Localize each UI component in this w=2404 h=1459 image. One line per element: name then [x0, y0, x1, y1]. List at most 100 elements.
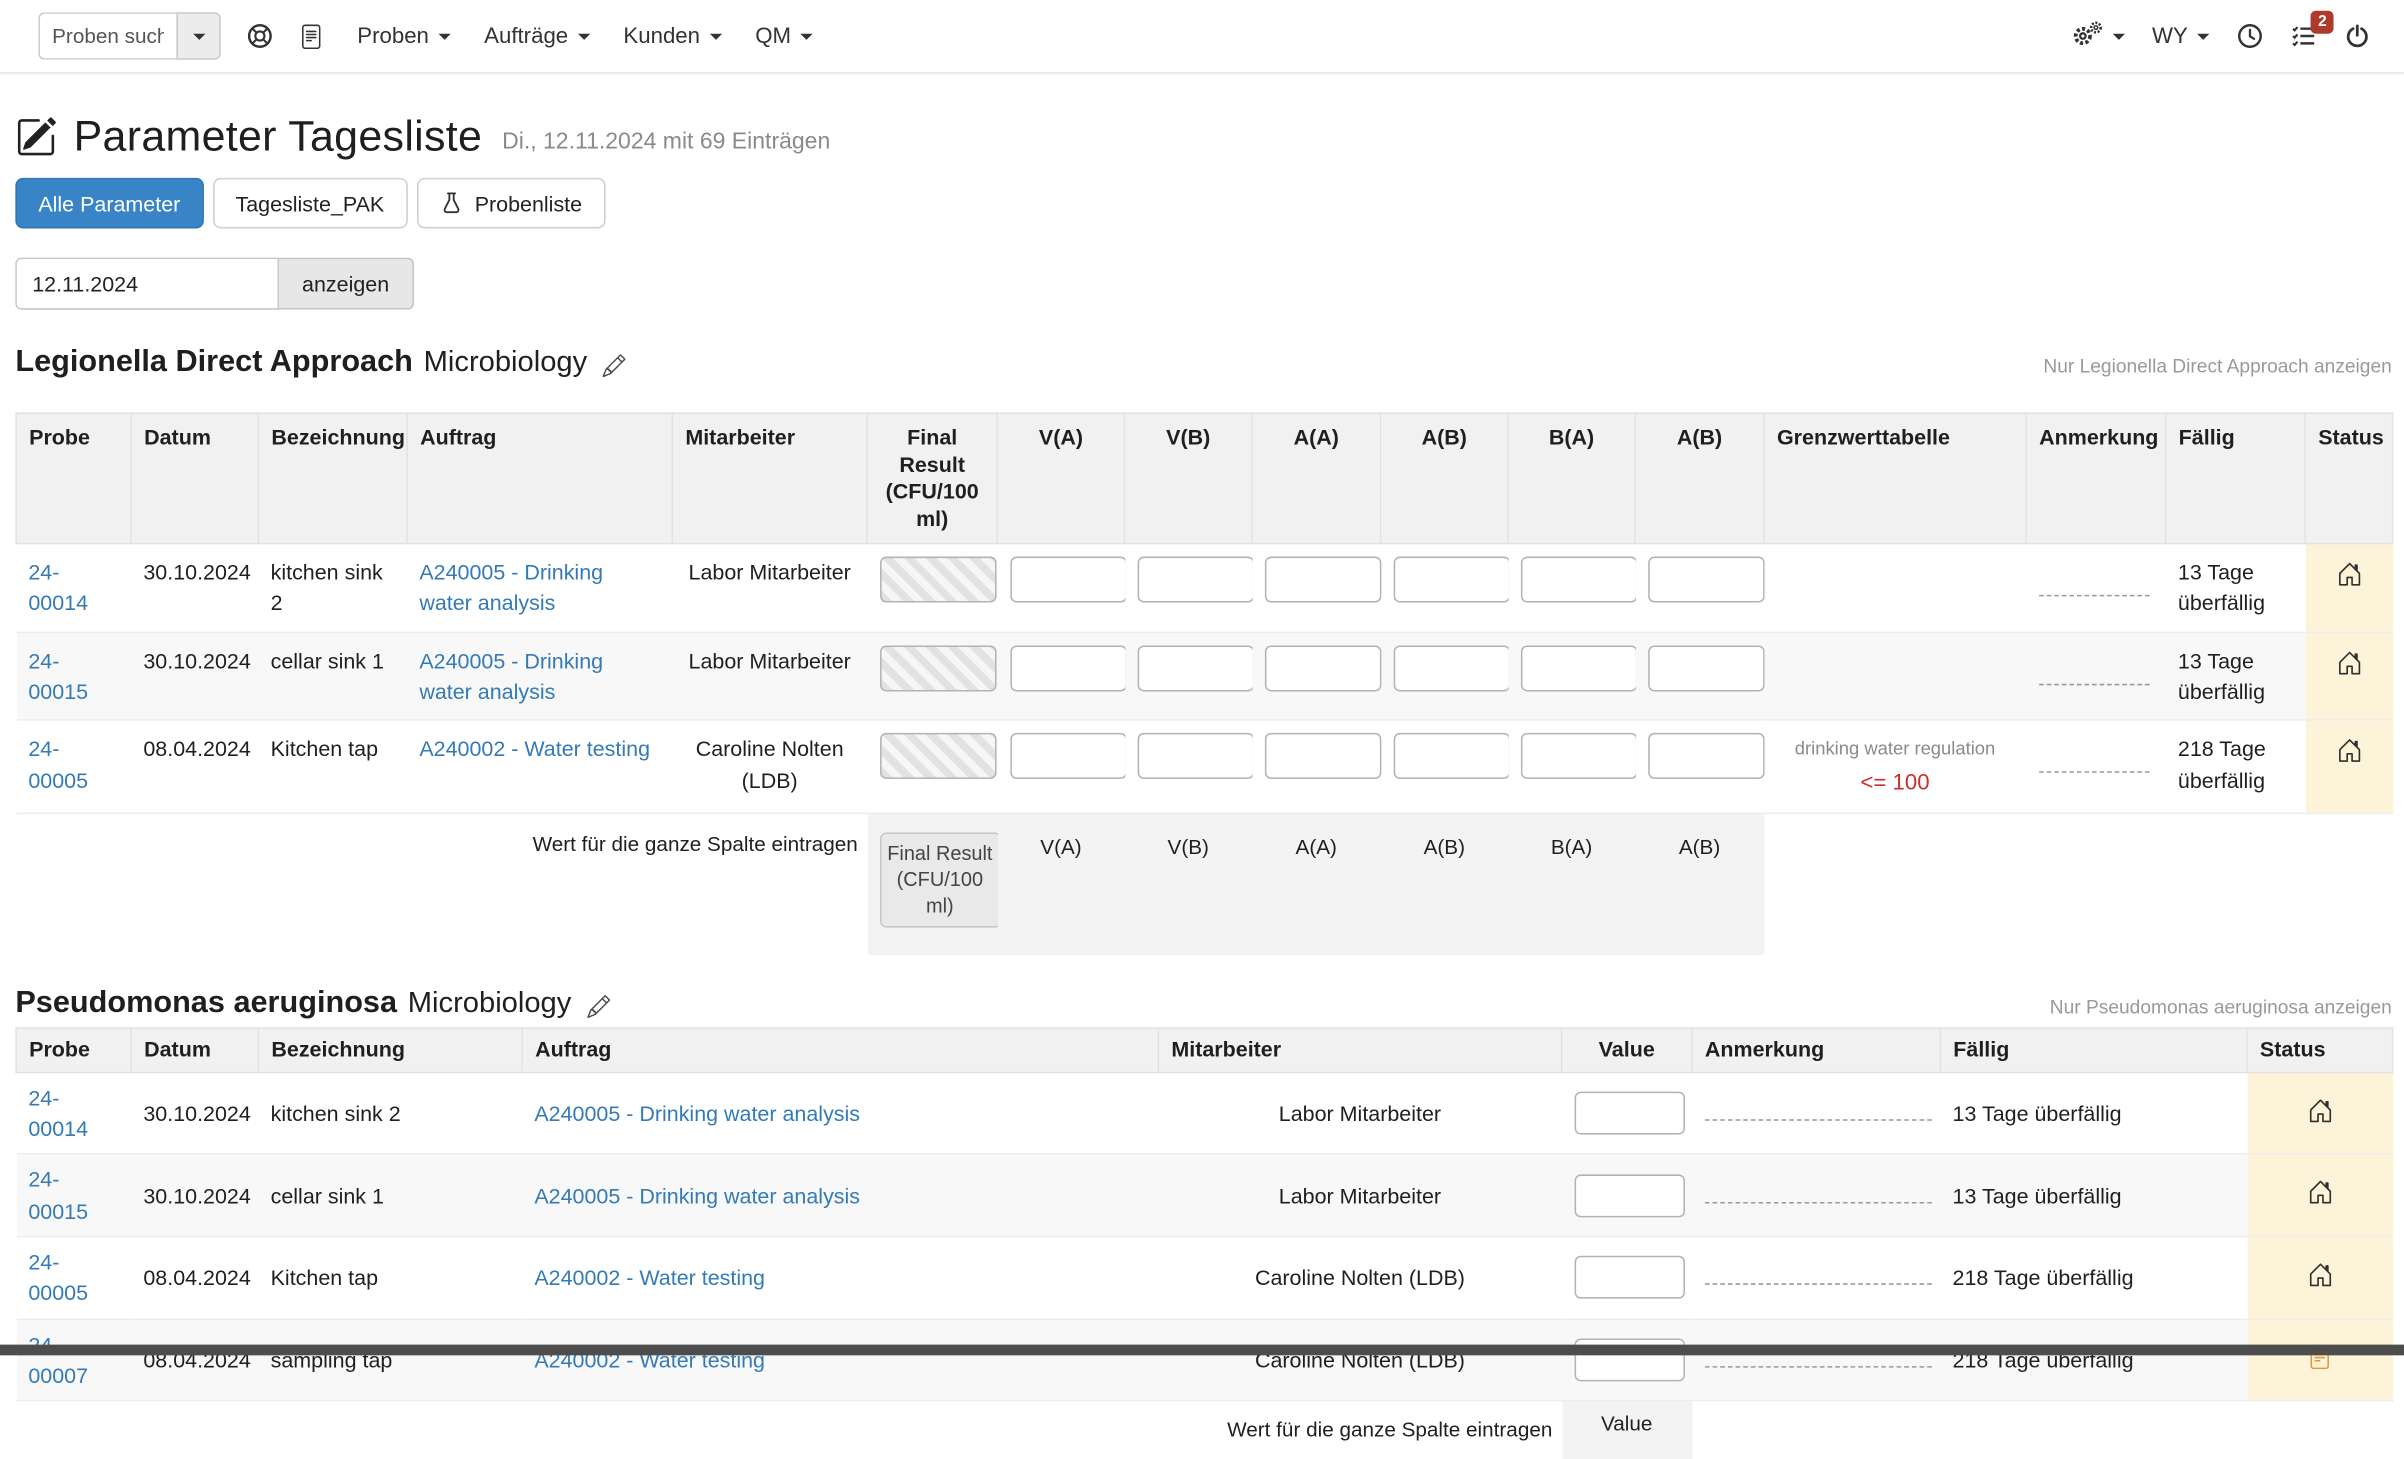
ab2-input[interactable]	[1647, 557, 1764, 603]
status-cell[interactable]	[2305, 632, 2392, 720]
settings-menu[interactable]	[2071, 25, 2125, 48]
ba-input[interactable]	[1520, 733, 1635, 779]
auftrag-link[interactable]: A240005 - Drinking water analysis	[419, 560, 603, 616]
auftrag-link[interactable]: A240005 - Drinking water analysis	[534, 1101, 860, 1126]
power-icon[interactable]	[2344, 23, 2370, 49]
user-menu[interactable]: WY	[2152, 24, 2209, 49]
tab-alle-parameter[interactable]: Alle Parameter	[15, 178, 203, 229]
date-input[interactable]	[15, 258, 279, 310]
pencil-icon[interactable]	[602, 354, 625, 382]
tab-tagesliste-pak[interactable]: Tagesliste_PAK	[212, 178, 407, 229]
tab-probenliste[interactable]: Probenliste	[416, 178, 605, 229]
probe-link[interactable]: 24-00014	[28, 1085, 88, 1141]
pencil-icon[interactable]	[587, 995, 610, 1023]
column-fill-label: Wert für die ganze Spalte eintragen	[16, 1401, 1561, 1459]
aa-input[interactable]	[1264, 645, 1381, 691]
vb-input[interactable]	[1137, 733, 1252, 779]
ab-input[interactable]	[1393, 557, 1508, 603]
anmerkung-field[interactable]	[1704, 1101, 1931, 1121]
anmerkung-field[interactable]	[2038, 753, 2148, 773]
file-text-icon[interactable]	[299, 24, 324, 49]
status-cell[interactable]	[2247, 1319, 2393, 1401]
ba-input[interactable]	[1520, 645, 1635, 691]
page-title: Parameter Tagesliste	[74, 112, 483, 161]
anmerkung-field[interactable]	[2038, 665, 2148, 685]
va-input[interactable]	[1010, 733, 1125, 779]
aa-input[interactable]	[1264, 733, 1381, 779]
ba-cell	[1508, 544, 1635, 632]
va-input[interactable]	[1010, 645, 1125, 691]
col-probe: Probe	[16, 1028, 131, 1072]
menu-qm[interactable]: QM	[755, 24, 812, 49]
value-input[interactable]	[1574, 1256, 1684, 1299]
show-button[interactable]: anzeigen	[279, 258, 414, 310]
probe-link[interactable]: 24-00014	[28, 560, 88, 616]
auftrag-link[interactable]: A240002 - Water testing	[534, 1265, 765, 1290]
ab2-input[interactable]	[1647, 645, 1764, 691]
probe-cell: 24-00015	[16, 1154, 131, 1236]
vb-input[interactable]	[1137, 645, 1252, 691]
house-icon	[2307, 1178, 2333, 1203]
faellig-cell: 13 Tage überfällig	[1940, 1154, 2247, 1236]
status-cell[interactable]	[2305, 720, 2392, 813]
value-input[interactable]	[1574, 1092, 1684, 1135]
ab2-cell	[1635, 544, 1764, 632]
anmerkung-field[interactable]	[2038, 577, 2148, 597]
fill-column-ba[interactable]: B(A)	[1508, 813, 1635, 956]
ab-input[interactable]	[1393, 733, 1508, 779]
chevron-down-icon	[709, 33, 721, 39]
mitarbeiter-cell: Labor Mitarbeiter	[672, 632, 867, 720]
probe-link[interactable]: 24-00007	[28, 1332, 88, 1388]
col-datum: Datum	[131, 413, 258, 543]
search-input[interactable]	[38, 12, 176, 60]
section-filter-link[interactable]: Nur Pseudomonas aeruginosa anzeigen	[2050, 997, 2392, 1023]
sample-search-group	[38, 12, 220, 60]
menu-auftraege-label: Aufträge	[484, 24, 568, 49]
status-cell[interactable]	[2247, 1154, 2393, 1236]
table-row: 24-00005 08.04.2024 Kitchen tap A240002 …	[16, 1236, 2392, 1318]
grenzwerttabelle-cell	[1764, 632, 2026, 720]
probe-link[interactable]: 24-00005	[28, 737, 88, 793]
ba-input[interactable]	[1520, 557, 1635, 603]
grenzwert-limit[interactable]: <= 100	[1776, 768, 2014, 800]
value-input[interactable]	[1574, 1174, 1684, 1217]
tab-label: Probenliste	[475, 191, 582, 216]
probe-link[interactable]: 24-00015	[28, 1167, 88, 1223]
fill-column-aa[interactable]: A(A)	[1252, 813, 1381, 956]
aa-input[interactable]	[1264, 557, 1381, 603]
fill-column-ab[interactable]: A(B)	[1381, 813, 1508, 956]
status-cell[interactable]	[2305, 544, 2392, 632]
tasklist-icon[interactable]: 2	[2291, 23, 2317, 49]
fill-column-va[interactable]: V(A)	[997, 813, 1124, 956]
final-result-input-disabled	[879, 557, 996, 603]
aa-cell	[1252, 720, 1381, 813]
section-filter-link[interactable]: Nur Legionella Direct Approach anzeigen	[2043, 356, 2391, 382]
probe-link[interactable]: 24-00005	[28, 1250, 88, 1306]
va-input[interactable]	[1010, 557, 1125, 603]
final-result-cell	[867, 544, 997, 632]
probe-link[interactable]: 24-00015	[28, 648, 88, 704]
ab-input[interactable]	[1393, 645, 1508, 691]
auftrag-link[interactable]: A240002 - Water testing	[419, 737, 650, 762]
vb-input[interactable]	[1137, 557, 1252, 603]
probe-cell: 24-00014	[16, 544, 131, 632]
auftrag-link[interactable]: A240005 - Drinking water analysis	[534, 1183, 860, 1208]
clock-icon[interactable]	[2237, 23, 2263, 49]
menu-proben-label: Proben	[357, 24, 429, 49]
menu-auftraege[interactable]: Aufträge	[484, 24, 590, 49]
pseudomonas-table: Probe Datum Bezeichnung Auftrag Mitarbei…	[15, 1028, 2393, 1459]
anmerkung-field[interactable]	[1704, 1265, 1931, 1285]
menu-kunden[interactable]: Kunden	[623, 24, 721, 49]
auftrag-link[interactable]: A240005 - Drinking water analysis	[419, 648, 603, 704]
menu-proben[interactable]: Proben	[357, 24, 450, 49]
ab2-input[interactable]	[1647, 733, 1764, 779]
fill-column-value[interactable]: Value	[1562, 1401, 1692, 1459]
search-dropdown-button[interactable]	[176, 12, 220, 60]
fill-column-vb[interactable]: V(B)	[1125, 813, 1252, 956]
ba-cell	[1508, 632, 1635, 720]
status-cell[interactable]	[2247, 1072, 2393, 1154]
fill-column-ab2[interactable]: A(B)	[1635, 813, 1764, 956]
anmerkung-field[interactable]	[1704, 1183, 1931, 1203]
status-cell[interactable]	[2247, 1236, 2393, 1318]
life-ring-icon[interactable]	[247, 23, 273, 49]
